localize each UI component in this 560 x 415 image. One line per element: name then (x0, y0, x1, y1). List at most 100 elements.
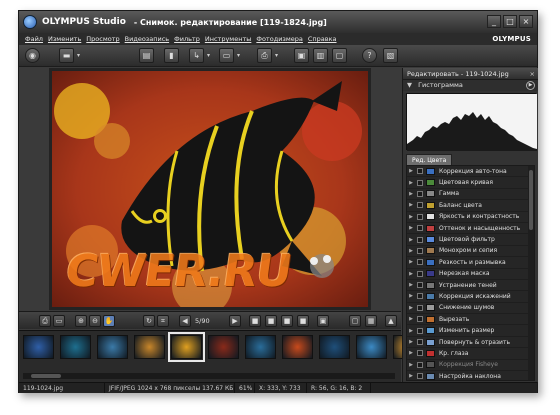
edit-tool-row[interactable]: ▶ Цветовая кривая (407, 177, 534, 189)
edit-tool-row[interactable]: ▶ Баланс цвета (407, 200, 534, 212)
edit-tool-row[interactable]: ▶ Коррекция Fisheye (407, 360, 534, 372)
crop-icon[interactable]: ⌗ (157, 315, 169, 327)
histogram-play-icon[interactable]: ▶ (526, 81, 535, 90)
collapse-triangle-icon[interactable]: ▼ (407, 81, 412, 89)
fullscreen-icon[interactable]: ▢ (332, 48, 347, 63)
tool-checkbox[interactable] (417, 339, 423, 346)
tool-checkbox[interactable] (417, 190, 423, 197)
menu-video[interactable]: Видеозапись (125, 35, 169, 43)
zoom-out-icon[interactable]: ⊖ (89, 315, 101, 327)
edit-tool-row[interactable]: ▶ Изменить размер (407, 325, 534, 337)
layout-grid-icon[interactable]: ▦ (365, 315, 377, 327)
view-icon[interactable]: ▤ (139, 48, 154, 63)
rotate-icon[interactable]: ↻ (143, 315, 155, 327)
edit-tool-row[interactable]: ▶ Вырезать (407, 314, 534, 326)
prev-image-icon[interactable]: ◀ (179, 315, 191, 327)
color-yellow-icon[interactable]: ■ (297, 315, 309, 327)
filmstrip-thumbnail[interactable] (356, 335, 387, 359)
color-green-icon[interactable]: ■ (265, 315, 277, 327)
filmstrip-thumbnail[interactable] (168, 332, 205, 362)
info-icon[interactable]: ▮ (164, 48, 179, 63)
expand-arrow-icon[interactable]: ▶ (407, 305, 415, 311)
tab-color-edit[interactable]: Ред. Цвета (406, 154, 453, 165)
tool-checkbox[interactable] (417, 293, 423, 300)
tool-checkbox[interactable] (417, 373, 423, 380)
filmstrip-thumbnail[interactable] (208, 335, 239, 359)
settings-icon[interactable]: ▧ (383, 48, 398, 63)
edit-tool-row[interactable]: ▶ Цветовой фильтр (407, 234, 534, 246)
expand-arrow-icon[interactable]: ▶ (407, 237, 415, 243)
edit-tool-row[interactable]: ▶ Настройка наклона (407, 371, 534, 380)
expand-arrow-icon[interactable]: ▶ (407, 271, 415, 277)
compare-icon[interactable]: ▥ (313, 48, 328, 63)
tool-checkbox[interactable] (417, 304, 423, 311)
expand-arrow-icon[interactable]: ▶ (407, 202, 415, 208)
edit-tool-row[interactable]: ▶ Снижение шумов (407, 303, 534, 315)
tools-scroll-thumb[interactable] (529, 170, 533, 230)
expand-arrow-icon[interactable]: ▶ (407, 225, 415, 231)
edit-tool-row[interactable]: ▶ Повернуть & отразить (407, 337, 534, 349)
tool-checkbox[interactable] (417, 168, 423, 175)
expand-arrow-icon[interactable]: ▶ (407, 373, 415, 379)
expand-arrow-icon[interactable]: ▶ (407, 214, 415, 220)
print-icon[interactable]: ⎙ (257, 48, 278, 63)
edit-tool-row[interactable]: ▶ Коррекция авто-тона (407, 166, 534, 178)
maximize-button[interactable]: □ (503, 15, 517, 28)
expand-arrow-icon[interactable]: ▶ (407, 191, 415, 197)
edit-tool-row[interactable]: ▶ Устранение теней (407, 280, 534, 292)
slideshow-icon[interactable]: ▣ (294, 48, 309, 63)
menu-file[interactable]: Файл (25, 35, 43, 43)
edit-tool-row[interactable]: ▶ Оттенок и насыщенность (407, 223, 534, 235)
filmstrip-thumbnail[interactable] (245, 335, 276, 359)
save-icon[interactable]: ▬ (59, 48, 80, 63)
menu-photo[interactable]: Фотодизмера (256, 35, 303, 43)
tool-checkbox[interactable] (417, 361, 423, 368)
edit-tool-row[interactable]: ▶ Коррекция искажений (407, 291, 534, 303)
edit-tool-row[interactable]: ▶ Кр. глаза (407, 348, 534, 360)
edit-tool-row[interactable]: ▶ Монохром и сепия (407, 246, 534, 258)
expand-arrow-icon[interactable]: ▶ (407, 248, 415, 254)
expand-arrow-icon[interactable]: ▶ (407, 328, 415, 334)
menu-tools[interactable]: Инструменты (205, 35, 252, 43)
compare-small-icon[interactable]: ▣ (317, 315, 329, 327)
tool-checkbox[interactable] (417, 213, 423, 220)
tool-checkbox[interactable] (417, 225, 423, 232)
tool-checkbox[interactable] (417, 179, 423, 186)
panel-close-icon[interactable]: × (530, 68, 535, 80)
menu-help[interactable]: Справка (308, 35, 337, 43)
histogram-header[interactable]: ▼ Гистограмма ▶ (403, 80, 538, 91)
expand-arrow-icon[interactable]: ▶ (407, 282, 415, 288)
color-red-icon[interactable]: ■ (249, 315, 261, 327)
tool-checkbox[interactable] (417, 316, 423, 323)
tools-scrollbar[interactable] (528, 166, 534, 380)
color-blue-icon[interactable]: ■ (281, 315, 293, 327)
minimize-button[interactable]: _ (487, 15, 501, 28)
filmstrip-thumbnail[interactable] (60, 335, 91, 359)
filmstrip-thumbnail[interactable] (23, 335, 54, 359)
export-icon[interactable]: ▭ (219, 48, 240, 63)
expand-arrow-icon[interactable]: ▶ (407, 362, 415, 368)
tool-checkbox[interactable] (417, 282, 423, 289)
expand-arrow-icon[interactable]: ▶ (407, 293, 415, 299)
next-image-icon[interactable]: ▶ (229, 315, 241, 327)
collapse-icon[interactable]: ▲ (385, 315, 397, 327)
edited-photo[interactable]: CWER.RU (52, 71, 368, 307)
filmstrip-scrollbar[interactable] (23, 373, 395, 379)
tool-checkbox[interactable] (417, 270, 423, 277)
hand-icon[interactable]: ✋ (103, 315, 115, 327)
help-icon[interactable]: ? (362, 48, 377, 63)
tool-checkbox[interactable] (417, 236, 423, 243)
title-bar[interactable]: OLYMPUS Studio - Снимок. редактирование … (19, 11, 537, 33)
edit-tool-row[interactable]: ▶ Яркость и контрастность (407, 212, 534, 223)
edit-tool-row[interactable]: ▶ Нерезкая маска (407, 269, 534, 280)
filmstrip-scroll-thumb[interactable] (31, 374, 61, 378)
filmstrip-thumbnail[interactable] (134, 335, 165, 359)
filmstrip-thumbnail[interactable] (282, 335, 313, 359)
close-button[interactable]: × (519, 15, 533, 28)
transfer-icon[interactable]: ↳ (189, 48, 210, 63)
home-icon[interactable]: ◉ (25, 48, 40, 63)
menu-view[interactable]: Просмотр (86, 35, 119, 43)
layout-single-icon[interactable]: ▢ (349, 315, 361, 327)
expand-arrow-icon[interactable]: ▶ (407, 168, 415, 174)
edit-tool-row[interactable]: ▶ Резкость и размывка (407, 257, 534, 269)
